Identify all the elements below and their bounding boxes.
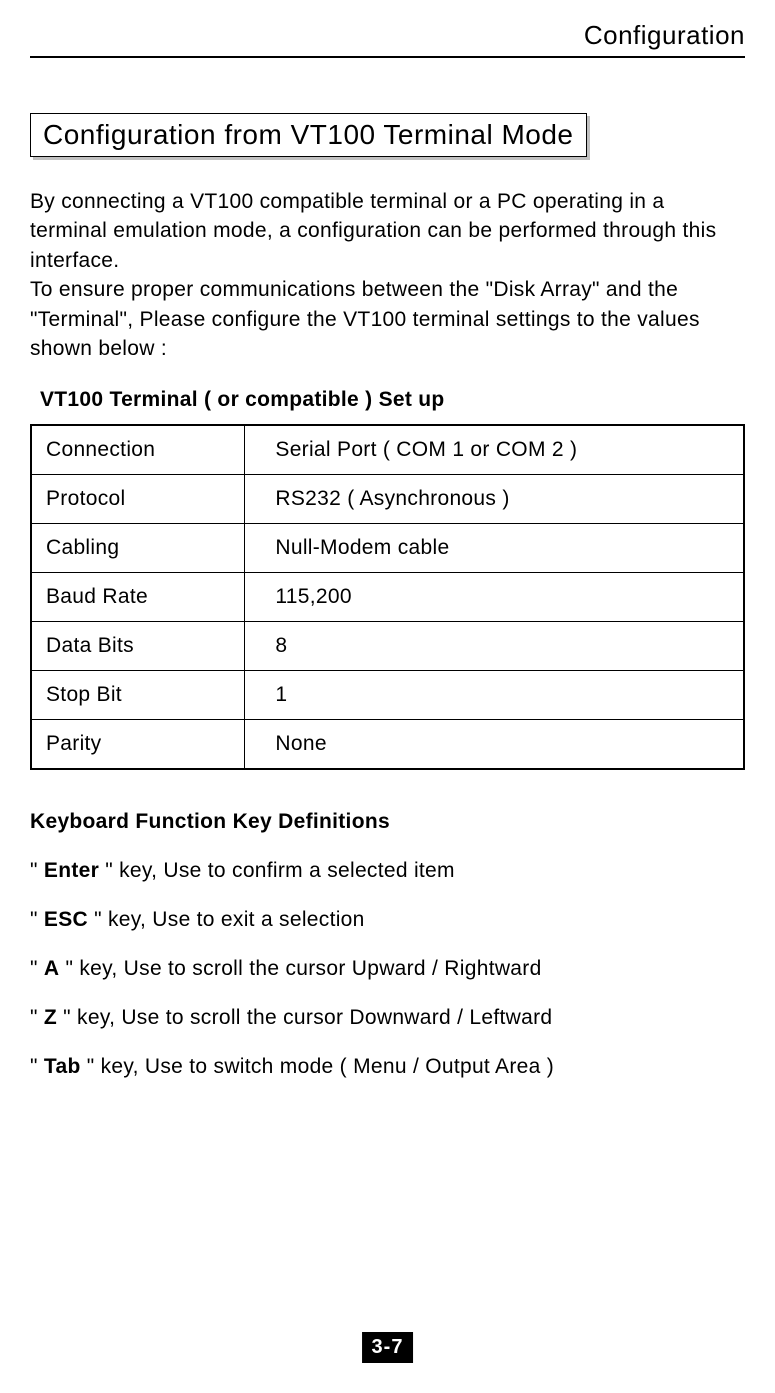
settings-table: ConnectionSerial Port ( COM 1 or COM 2 )… [30,424,745,770]
key-definition: " Z " key, Use to scroll the cursor Down… [30,1006,745,1030]
key-name: Enter [44,859,99,882]
key-name: ESC [44,908,88,931]
key-definition: " Enter " key, Use to confirm a selected… [30,859,745,883]
table-row: ProtocolRS232 ( Asynchronous ) [31,475,744,524]
setting-value: None [245,720,744,770]
keys-heading: Keyboard Function Key Definitions [30,810,745,834]
setting-label: Parity [31,720,245,770]
setting-label: Connection [31,425,245,475]
setting-label: Protocol [31,475,245,524]
key-definition: " A " key, Use to scroll the cursor Upwa… [30,957,745,981]
table-row: Baud Rate 115,200 [31,573,744,622]
header-divider [30,56,745,58]
setting-value: 8 [245,622,744,671]
setting-label: Baud Rate [31,573,245,622]
table-row: Stop Bit 1 [31,671,744,720]
table-row: Parity None [31,720,744,770]
section-title: Configuration from VT100 Terminal Mode [30,113,587,157]
table-heading: VT100 Terminal ( or compatible ) Set up [40,388,745,412]
setting-value: 115,200 [245,573,744,622]
setting-label: Stop Bit [31,671,245,720]
key-definition: " Tab " key, Use to switch mode ( Menu /… [30,1055,745,1079]
section-title-container: Configuration from VT100 Terminal Mode [30,113,587,157]
setting-value: 1 [245,671,744,720]
setting-label: Cabling [31,524,245,573]
setting-value: RS232 ( Asynchronous ) [245,475,744,524]
table-row: CablingNull-Modem cable [31,524,744,573]
key-name: A [44,957,59,980]
table-row: ConnectionSerial Port ( COM 1 or COM 2 ) [31,425,744,475]
key-name: Z [44,1006,57,1029]
setting-label: Data Bits [31,622,245,671]
intro-paragraph: By connecting a VT100 compatible termina… [30,187,745,363]
page-number: 3-7 [362,1332,414,1363]
key-name: Tab [44,1055,81,1078]
table-row: Data Bits 8 [31,622,744,671]
key-definition: " ESC " key, Use to exit a selection [30,908,745,932]
setting-value: Null-Modem cable [245,524,744,573]
page-header-title: Configuration [30,20,745,51]
setting-value: Serial Port ( COM 1 or COM 2 ) [245,425,744,475]
